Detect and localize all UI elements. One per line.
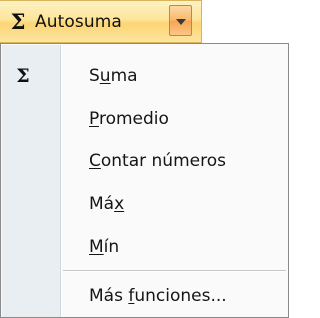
menu-item-mas-funciones[interactable]: Más funciones... [1, 276, 288, 316]
sigma-icon: Σ [10, 9, 26, 34]
menu-separator-highlight [63, 271, 286, 272]
menu-item-label: Suma [89, 66, 138, 86]
autosum-dropdown-screenshot: Σ Autosuma Σ Suma Promedio Contar número… [0, 0, 289, 318]
menu-item-label: Promedio [89, 109, 169, 129]
menu-item-icon-cell: Σ [1, 65, 61, 87]
menu-item-promedio[interactable]: Promedio [1, 99, 288, 139]
autosum-dropdown-button[interactable] [169, 5, 192, 36]
menu-item-suma[interactable]: Σ Suma [1, 56, 288, 96]
autosum-menu: Σ Suma Promedio Contar números Máx Mín M… [0, 43, 289, 318]
menu-item-max[interactable]: Máx [1, 184, 288, 224]
menu-item-label: Máx [89, 194, 125, 214]
chevron-down-icon [175, 19, 186, 25]
menu-item-min[interactable]: Mín [1, 227, 288, 267]
autosum-label: Autosuma [35, 11, 122, 32]
sigma-icon: Σ [16, 65, 30, 87]
menu-item-contar-numeros[interactable]: Contar números [1, 141, 288, 181]
autosum-button[interactable]: Σ Autosuma [0, 0, 202, 43]
menu-item-label: Contar números [89, 151, 226, 171]
menu-item-label: Mín [89, 237, 120, 257]
menu-item-label: Más funciones... [89, 286, 227, 306]
